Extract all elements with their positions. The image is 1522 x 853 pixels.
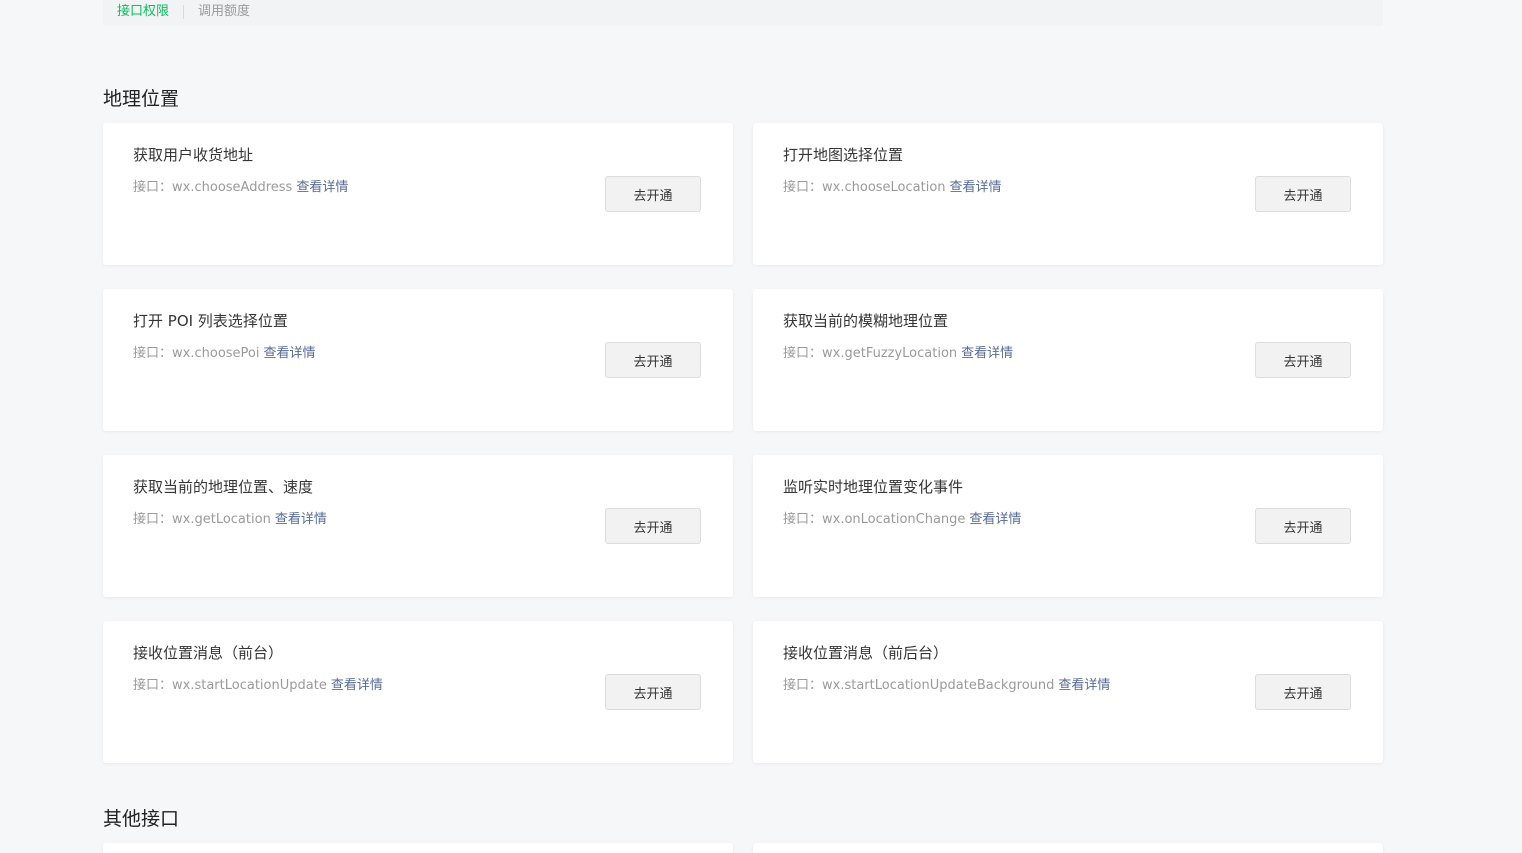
api-name: wx.getFuzzyLocation: [822, 346, 958, 361]
api-name: wx.startLocationUpdateBackground: [822, 678, 1055, 693]
api-card-title: 打开 POI 列表选择位置: [133, 312, 288, 330]
api-card: [103, 843, 733, 853]
tab-divider: [183, 5, 185, 19]
api-card: 获取用户收货地址 接口：wx.chooseAddress 查看详情 去开通: [103, 123, 733, 265]
enable-button[interactable]: 去开通: [605, 674, 701, 710]
view-details-link[interactable]: 查看详情: [263, 346, 315, 361]
api-card-title: 接收位置消息（前台）: [133, 644, 284, 662]
section-title-other-apis: 其他接口: [103, 808, 180, 830]
section-title-location: 地理位置: [103, 88, 180, 110]
api-prefix: 接口：: [133, 346, 173, 361]
api-card: 接收位置消息（前后台） 接口：wx.startLocationUpdateBac…: [753, 621, 1383, 763]
api-card-title: 打开地图选择位置: [783, 146, 904, 164]
enable-button[interactable]: 去开通: [1255, 176, 1351, 212]
api-card-title: 获取当前的模糊地理位置: [783, 312, 949, 330]
api-name: wx.chooseLocation: [822, 180, 946, 195]
api-prefix: 接口：: [133, 678, 173, 693]
api-card-title: 获取当前的地理位置、速度: [133, 478, 314, 496]
api-card-desc: 接口：wx.startLocationUpdateBackground 查看详情: [783, 677, 1110, 695]
location-api-grid: 获取用户收货地址 接口：wx.chooseAddress 查看详情 去开通 打开地…: [103, 123, 1383, 763]
api-card-desc: 接口：wx.onLocationChange 查看详情: [783, 511, 1021, 529]
enable-button[interactable]: 去开通: [605, 508, 701, 544]
view-details-link[interactable]: 查看详情: [950, 180, 1002, 195]
api-card: 获取当前的地理位置、速度 接口：wx.getLocation 查看详情 去开通: [103, 455, 733, 597]
enable-button[interactable]: 去开通: [1255, 508, 1351, 544]
view-details-link[interactable]: 查看详情: [331, 678, 383, 693]
api-card-desc: 接口：wx.chooseAddress 查看详情: [133, 179, 348, 197]
api-card-desc: 接口：wx.startLocationUpdate 查看详情: [133, 677, 383, 695]
api-card: 获取当前的模糊地理位置 接口：wx.getFuzzyLocation 查看详情 去…: [753, 289, 1383, 431]
api-card-title: 监听实时地理位置变化事件: [783, 478, 964, 496]
api-name: wx.chooseAddress: [172, 180, 293, 195]
api-card: 打开 POI 列表选择位置 接口：wx.choosePoi 查看详情 去开通: [103, 289, 733, 431]
api-name: wx.onLocationChange: [822, 512, 966, 527]
tab-call-quota[interactable]: 调用额度: [198, 4, 264, 20]
other-api-grid: [103, 843, 1383, 853]
api-name: wx.choosePoi: [172, 346, 260, 361]
api-card: 监听实时地理位置变化事件 接口：wx.onLocationChange 查看详情 …: [753, 455, 1383, 597]
api-card-desc: 接口：wx.getFuzzyLocation 查看详情: [783, 345, 1013, 363]
api-prefix: 接口：: [783, 512, 823, 527]
api-prefix: 接口：: [783, 346, 823, 361]
enable-button[interactable]: 去开通: [1255, 342, 1351, 378]
api-prefix: 接口：: [133, 180, 173, 195]
api-prefix: 接口：: [783, 180, 823, 195]
api-card-title: 接收位置消息（前后台）: [783, 644, 949, 662]
tab-bar: 接口权限 调用额度: [103, 0, 1383, 26]
api-card: 接收位置消息（前台） 接口：wx.startLocationUpdate 查看详情…: [103, 621, 733, 763]
api-card-desc: 接口：wx.chooseLocation 查看详情: [783, 179, 1002, 197]
api-card-title: 获取用户收货地址: [133, 146, 254, 164]
view-details-link[interactable]: 查看详情: [961, 346, 1013, 361]
view-details-link[interactable]: 查看详情: [1058, 678, 1110, 693]
enable-button[interactable]: 去开通: [605, 342, 701, 378]
view-details-link[interactable]: 查看详情: [296, 180, 348, 195]
tab-api-permissions[interactable]: 接口权限: [117, 4, 183, 20]
enable-button[interactable]: 去开通: [605, 176, 701, 212]
api-card: [753, 843, 1383, 853]
page: 接口权限 调用额度 地理位置 获取用户收货地址 接口：wx.chooseAddr…: [0, 0, 1522, 853]
view-details-link[interactable]: 查看详情: [969, 512, 1021, 527]
api-card: 打开地图选择位置 接口：wx.chooseLocation 查看详情 去开通: [753, 123, 1383, 265]
enable-button[interactable]: 去开通: [1255, 674, 1351, 710]
api-name: wx.getLocation: [172, 512, 271, 527]
api-prefix: 接口：: [783, 678, 823, 693]
view-details-link[interactable]: 查看详情: [275, 512, 327, 527]
api-card-desc: 接口：wx.getLocation 查看详情: [133, 511, 327, 529]
api-name: wx.startLocationUpdate: [172, 678, 327, 693]
api-prefix: 接口：: [133, 512, 173, 527]
api-card-desc: 接口：wx.choosePoi 查看详情: [133, 345, 316, 363]
